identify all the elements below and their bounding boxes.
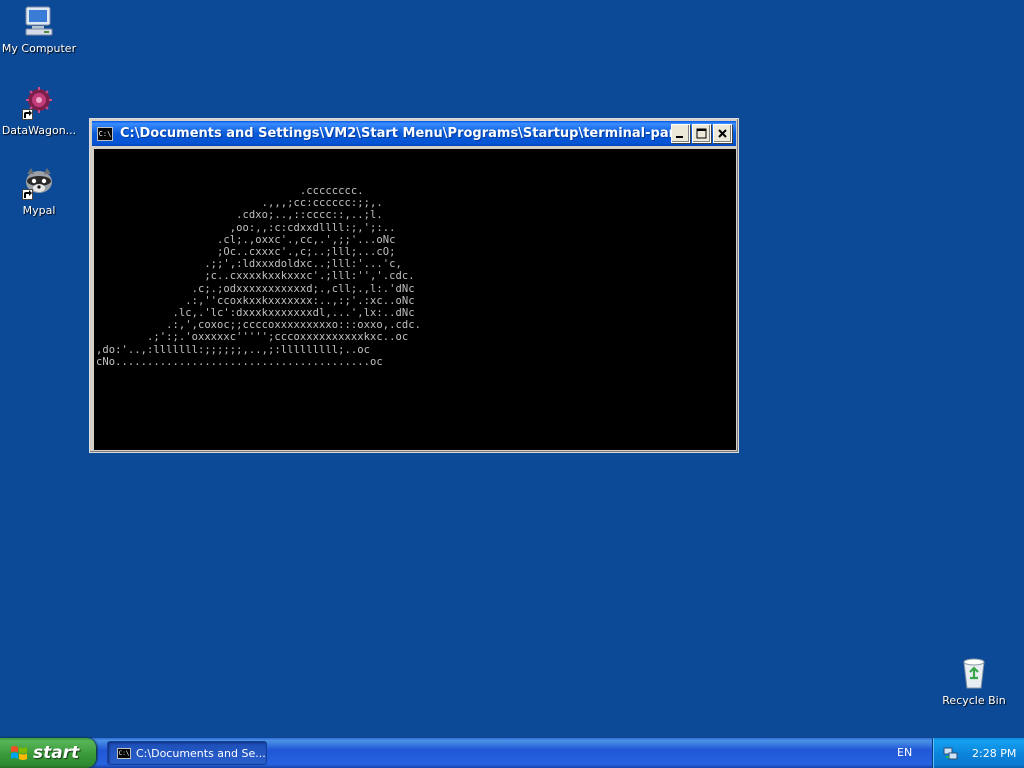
desktop-icon-label: Mypal	[22, 204, 56, 217]
desktop-icon-my-computer[interactable]: My Computer	[0, 4, 79, 55]
taskbar-button-label: C:\Documents and Se...	[136, 746, 266, 760]
console-line: .cccccccc.	[96, 185, 364, 197]
desktop-icon-label: DataWagon...	[1, 124, 77, 137]
datawagon-icon	[22, 86, 56, 120]
language-indicator[interactable]: EN	[897, 746, 912, 759]
windows-logo-icon	[11, 746, 27, 760]
console-app-icon: C:\	[97, 126, 113, 141]
console-line: .cl;.,oxxc'.,cc,.',;;'...oNc	[96, 233, 396, 246]
window-titlebar[interactable]: C:\ C:\Documents and Settings\VM2\Start …	[92, 121, 736, 146]
console-line: .lc,.'lc':dxxxkxxxxxxxdl,...',lx:..dNc	[96, 307, 415, 320]
network-tray-icon[interactable]	[943, 745, 959, 761]
desktop-icon-mypal[interactable]: Mypal	[0, 166, 79, 217]
minimize-button[interactable]	[671, 124, 690, 143]
maximize-icon	[696, 128, 707, 139]
my-computer-icon	[22, 4, 56, 38]
maximize-button[interactable]	[692, 124, 711, 143]
console-line: .;;',:ldxxxdoldxc..;lll:'...'c,	[96, 258, 402, 271]
shortcut-arrow-icon	[22, 109, 33, 120]
desktop-icon-recycle-bin[interactable]: Recycle Bin	[934, 656, 1014, 707]
console-line: ,oo:,,:c:cdxxdllll:;,';:..	[96, 221, 396, 234]
shortcut-arrow-icon	[22, 189, 33, 200]
start-label: start	[33, 743, 80, 763]
window-title: C:\Documents and Settings\VM2\Start Menu…	[120, 126, 671, 141]
recycle-bin-icon	[957, 656, 991, 690]
console-line: .,,,;cc:cccccc:;;,.	[96, 197, 383, 210]
desktop-icon-label: My Computer	[1, 42, 77, 55]
console-line: ;Oc..cxxxc'.,c;..;lll;...cO;	[96, 246, 396, 259]
console-app-icon: C:\	[117, 747, 131, 759]
console-line: .c;.;odxxxxxxxxxxxd;.,cll;.,l:.'dNc	[96, 282, 415, 295]
console-line: .:,''ccoxkxxkxxxxxxx:..,:;'.:xc..oNc	[96, 294, 415, 307]
minimize-icon	[676, 136, 683, 138]
desktop-icon-datawagon[interactable]: DataWagon...	[0, 86, 79, 137]
mypal-raccoon-icon	[22, 166, 56, 200]
system-tray: 2:28 PM	[932, 738, 1024, 768]
console-line: cNo.....................................…	[96, 355, 383, 368]
taskbar: start C:\ C:\Documents and Se... EN 2:28…	[0, 738, 1024, 768]
console-output[interactable]: .cccccccc. .,,,;cc:cccccc:;;,. .cdxo;..,…	[94, 149, 736, 450]
console-line: .:,',coxoc;;ccccoxxxxxxxxxo:::oxxo,.cdc.	[96, 319, 421, 332]
close-button[interactable]	[713, 124, 732, 143]
console-line: .cdxo;..,::cccc::,..;l.	[96, 209, 383, 222]
taskbar-console-button[interactable]: C:\ C:\Documents and Se...	[107, 741, 267, 765]
clock[interactable]: 2:28 PM	[972, 747, 1016, 760]
console-line: ;c..cxxxxkxxkxxxc'.;lll:'','.cdc.	[96, 270, 415, 283]
console-window[interactable]: C:\ C:\Documents and Settings\VM2\Start …	[89, 118, 739, 453]
start-button[interactable]: start	[0, 738, 96, 768]
close-icon	[718, 129, 727, 138]
console-line: .;':;.'oxxxxxc''''';cccoxxxxxxxxxxkxc..o…	[96, 331, 409, 344]
console-line: ,do:'..,:lllllll:;;;;;;,..,;:lllllllll;.…	[96, 343, 370, 356]
desktop-icon-label: Recycle Bin	[942, 694, 1006, 707]
